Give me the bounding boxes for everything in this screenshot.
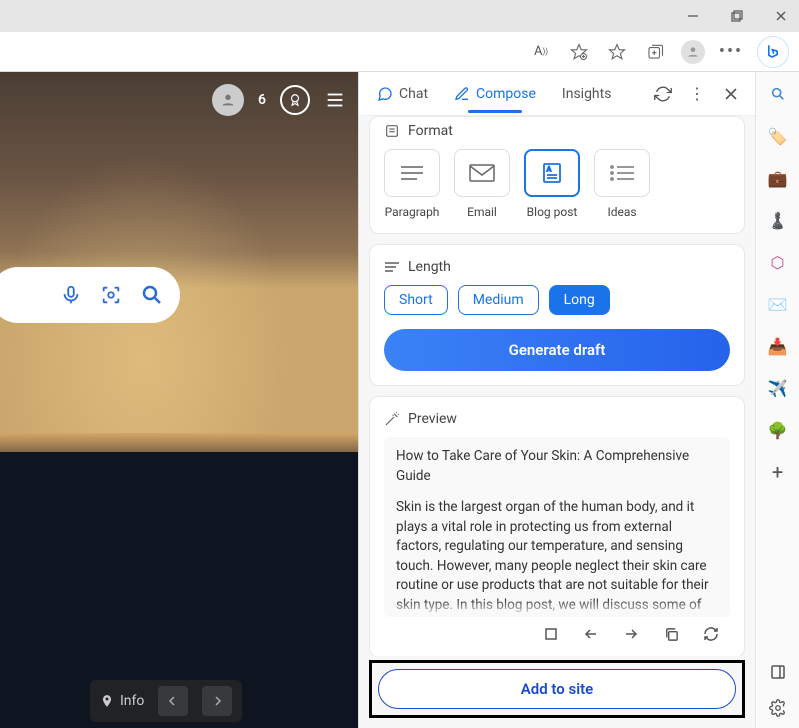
rewards-icon[interactable] [280,85,310,115]
format-title: Format [408,123,453,139]
rewards-count: 6 [258,92,266,108]
format-paragraph-label: Paragraph [385,205,440,219]
copy-button[interactable] [662,625,680,643]
sidepanel-tabs: Chat Compose Insights ⋮ [359,72,755,116]
bing-homepage: 6 Info [0,72,358,728]
format-email-label: Email [467,205,497,219]
browser-toolbar: A)) ••• [0,32,799,72]
rail-shopping-icon[interactable]: 🏷️ [768,126,788,146]
add-to-site-highlight: Add to site [369,660,745,718]
wand-icon [384,411,400,427]
info-label: Info [120,693,144,709]
add-page-favorite-button[interactable] [567,40,591,64]
tab-insights-label: Insights [562,86,612,102]
stop-button[interactable] [542,625,560,643]
svg-text:A: A [547,166,551,173]
length-long[interactable]: Long [549,285,610,315]
panel-more-button[interactable]: ⋮ [687,84,707,104]
close-panel-button[interactable] [721,84,741,104]
user-avatar[interactable] [212,84,244,116]
next-draft-button[interactable] [622,625,640,643]
rail-tree-icon[interactable]: 🌳 [768,420,788,440]
window-titlebar [0,0,799,32]
lens-icon[interactable] [100,284,122,306]
length-short[interactable]: Short [384,285,448,315]
format-icon [384,123,400,139]
format-email[interactable] [454,149,510,197]
tab-compose-label: Compose [476,86,536,102]
regenerate-button[interactable] [702,625,720,643]
next-image-button[interactable] [202,686,232,716]
chat-icon [377,86,393,102]
search-icon[interactable] [140,283,164,307]
prev-image-button[interactable] [158,686,188,716]
format-ideas-label: Ideas [607,205,636,219]
length-card: Length Short Medium Long Generate draft [369,244,745,386]
preview-textarea[interactable]: How to Take Care of Your Skin: A Compreh… [384,437,730,617]
rail-add-icon[interactable]: + [768,462,788,482]
more-menu-button[interactable]: ••• [719,40,743,64]
refresh-button[interactable] [653,84,673,104]
rail-drop-icon[interactable]: 📥 [768,336,788,356]
favorites-button[interactable] [605,40,629,64]
prev-draft-button[interactable] [582,625,600,643]
profile-button[interactable] [681,40,705,64]
bing-sidebar-button[interactable] [757,36,789,68]
format-paragraph[interactable] [384,149,440,197]
compose-icon [454,86,470,102]
rail-toggle-icon[interactable] [768,662,788,682]
location-icon [100,694,114,708]
compose-sidepanel: Chat Compose Insights ⋮ Format [358,72,755,728]
rail-send-icon[interactable]: ✈️ [768,378,788,398]
length-medium[interactable]: Medium [458,285,539,315]
rail-search-icon[interactable] [768,84,788,104]
rail-m365-icon[interactable]: ⬡ [768,252,788,272]
info-button[interactable]: Info [100,693,144,709]
hamburger-menu-button[interactable] [324,89,348,111]
preview-body-text: Skin is the largest organ of the human b… [396,498,718,617]
collections-button[interactable] [643,40,667,64]
microphone-icon[interactable] [60,284,82,306]
rail-settings-icon[interactable] [768,698,788,718]
rail-outlook-icon[interactable]: ✉️ [768,294,788,314]
format-blogpost-label: Blog post [527,205,578,219]
rail-tools-icon[interactable]: 💼 [768,168,788,188]
edge-sidebar: 🏷️ 💼 ♟️ ⬡ ✉️ 📥 ✈️ 🌳 + [755,72,799,728]
rail-games-icon[interactable]: ♟️ [768,210,788,230]
search-bar[interactable] [0,267,180,323]
add-to-site-button[interactable]: Add to site [378,669,736,709]
format-ideas[interactable] [594,149,650,197]
tab-insights[interactable]: Insights [558,76,616,112]
minimize-button[interactable] [683,6,703,26]
preview-title: Preview [408,411,457,427]
tab-chat[interactable]: Chat [373,76,432,112]
read-aloud-button[interactable]: A)) [529,40,553,64]
maximize-button[interactable] [727,6,747,26]
close-window-button[interactable] [771,6,791,26]
format-blogpost[interactable]: A [524,149,580,197]
length-icon [384,261,400,273]
generate-draft-button[interactable]: Generate draft [384,329,730,371]
length-title: Length [408,259,451,275]
preview-card: Preview How to Take Care of Your Skin: A… [369,396,745,656]
preview-body-title: How to Take Care of Your Skin: A Compreh… [396,447,718,486]
format-card: Format Paragraph Email A Blog post [369,116,745,234]
tab-chat-label: Chat [399,86,428,102]
tab-compose[interactable]: Compose [450,76,540,112]
